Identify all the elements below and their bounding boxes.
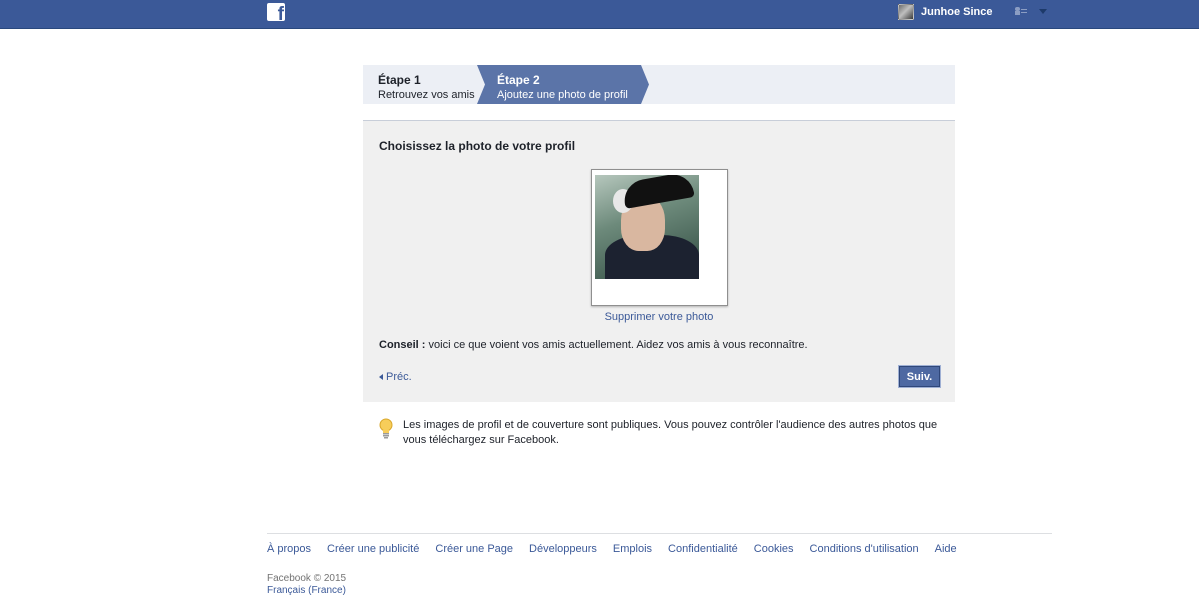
step-2-active: Étape 2 Ajoutez une photo de profil	[477, 65, 649, 104]
footer-link-cookies[interactable]: Cookies	[754, 543, 794, 555]
footer-divider	[267, 533, 1052, 534]
user-name: Junhoe Since	[921, 6, 993, 18]
step-1-subtitle: Retrouvez vos amis	[378, 89, 475, 101]
tip-label: Conseil :	[379, 339, 426, 351]
avatar	[898, 4, 914, 20]
language-link[interactable]: Français (France)	[267, 585, 346, 596]
footer-link-developers[interactable]: Développeurs	[529, 543, 597, 555]
caret-left-icon	[379, 374, 383, 380]
top-navigation-bar: f Junhoe Since	[0, 0, 1199, 29]
next-button[interactable]: Suiv.	[899, 366, 940, 387]
facebook-logo-letter: f	[277, 4, 284, 21]
panel-title: Choisissez la photo de votre profil	[379, 139, 576, 153]
copyright: Facebook © 2015	[267, 573, 347, 584]
footer-link-create-ad[interactable]: Créer une publicité	[327, 543, 419, 555]
lightbulb-icon	[379, 418, 393, 439]
footer-link-about[interactable]: À propos	[267, 543, 311, 555]
info-text: Les images de profil et de couverture so…	[403, 419, 938, 446]
step-2-subtitle: Ajoutez une photo de profil	[497, 89, 628, 101]
footer-link-careers[interactable]: Emplois	[613, 543, 652, 555]
remove-photo-link[interactable]: Supprimer votre photo	[363, 311, 955, 323]
friend-requests-icon[interactable]	[1015, 7, 1027, 15]
step-1[interactable]: Étape 1 Retrouvez vos amis	[378, 73, 475, 101]
footer-link-terms[interactable]: Conditions d'utilisation	[810, 543, 919, 555]
step-2-title: Étape 2	[497, 73, 540, 87]
tip-body: voici ce que voient vos amis actuellemen…	[425, 339, 808, 351]
previous-label: Préc.	[386, 371, 412, 383]
profile-photo-panel: Choisissez la photo de votre profil Supp…	[363, 120, 955, 402]
footer-links: À propos Créer une publicité Créer une P…	[267, 543, 957, 555]
profile-photo-frame	[591, 169, 728, 306]
step-1-title: Étape 1	[378, 73, 421, 87]
user-profile-link[interactable]: Junhoe Since	[898, 3, 993, 21]
footer-link-privacy[interactable]: Confidentialité	[668, 543, 738, 555]
tip-text: Conseil : voici ce que voient vos amis a…	[379, 339, 808, 351]
facebook-logo-icon[interactable]: f	[267, 3, 285, 21]
previous-button[interactable]: Préc.	[379, 371, 412, 383]
footer-link-help[interactable]: Aide	[935, 543, 957, 555]
profile-photo	[595, 175, 699, 279]
steps-progress-bar: Étape 1 Retrouvez vos amis Étape 2 Ajout…	[363, 65, 955, 104]
footer-link-create-page[interactable]: Créer une Page	[435, 543, 513, 555]
account-menu-chevron-down-icon[interactable]	[1039, 9, 1047, 14]
